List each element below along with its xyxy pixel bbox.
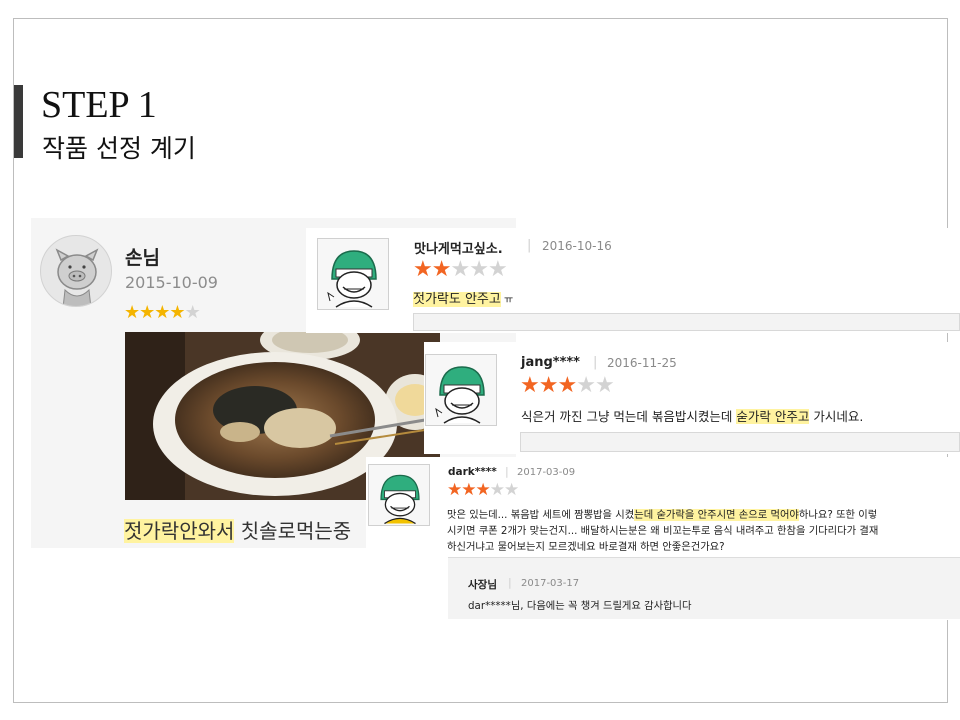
star-empty-icon: ★: [184, 302, 201, 323]
star-empty-icon: ★: [469, 257, 489, 282]
pig-avatar-icon: [40, 235, 112, 307]
review-3-rating: ★★★★★: [520, 373, 615, 398]
star-filled-icon: ★: [461, 480, 476, 500]
review-4-date: 2017-03-09: [517, 467, 576, 478]
star-empty-icon: ★: [594, 373, 615, 398]
owner-reply-username: 사장님: [468, 579, 497, 591]
review-2-date: 2016-10-16: [542, 239, 612, 253]
review-3-username: jang****: [521, 355, 580, 370]
star-filled-icon: ★: [169, 302, 185, 323]
review-4-username: dark****: [448, 466, 497, 478]
review-2-separator: |: [527, 238, 532, 253]
review-4-line1-after: 하나요? 또한 이렇: [798, 509, 878, 521]
review-4-line3: 하신거냐고 물어보는지 모르겠네요 바로결재 하면 안좋은건가요?: [447, 541, 725, 553]
star-empty-icon: ★: [504, 480, 519, 500]
review-2-highlight: 젓가락도 안주고: [413, 292, 501, 307]
star-filled-icon: ★: [154, 302, 170, 323]
green-helmet-avatar-icon: [425, 354, 497, 426]
star-filled-icon: ★: [520, 373, 540, 398]
owner-reply-date: 2017-03-17: [521, 578, 580, 589]
review-2-divider: [413, 313, 960, 331]
review-2-username: 맛나게먹고싶소.: [414, 242, 503, 257]
review-4-rating: ★★★★★: [447, 480, 519, 500]
star-filled-icon: ★: [557, 373, 577, 398]
step-title: STEP 1: [41, 84, 157, 126]
star-filled-icon: ★: [447, 480, 462, 500]
owner-reply-text: dar*****님, 다음에는 꼭 챙겨 드릴게요 감사합니다: [468, 600, 692, 612]
star-filled-icon: ★: [475, 480, 491, 500]
review-3-divider: [520, 432, 960, 452]
review-3-text-after: 가시네요.: [809, 409, 864, 424]
review-4-separator: |: [505, 465, 509, 478]
star-filled-icon: ★: [538, 373, 559, 398]
review-2-rating: ★★★★★: [413, 257, 508, 282]
star-empty-icon: ★: [487, 257, 508, 282]
main-review-username: 손님: [125, 247, 160, 269]
review-3-text-before: 식은거 까진 그냥 먹는데 볶음밥시켰는데: [521, 409, 737, 424]
star-filled-icon: ★: [413, 257, 433, 282]
review-3-separator: |: [593, 355, 598, 370]
review-4-highlight: 는데 숟가락을 안주시면 손으로 먹어야: [634, 509, 799, 521]
review-3-text: 식은거 까진 그냥 먹는데 볶음밥시켰는데 숟가락 안주고 가시네요.: [521, 406, 863, 425]
review-4-line1: 맛은 있는데... 볶음밥 세트에 짬뽕밥을 시켰는데 숟가락을 안주시면 손으…: [447, 506, 877, 521]
step-subtitle: 작품 선정 계기: [42, 134, 196, 163]
review-3-date: 2016-11-25: [607, 356, 677, 370]
review-4-line2: 시키면 쿠폰 2개가 맞는건지... 배달하시는분은 왜 비꼬는투로 음식 내려…: [447, 525, 879, 537]
green-helmet-avatar-icon: [368, 464, 430, 526]
star-filled-icon: ★: [124, 302, 140, 323]
star-empty-icon: ★: [489, 480, 505, 500]
star-empty-icon: ★: [576, 373, 596, 398]
owner-reply-separator: |: [508, 576, 512, 589]
main-review-rating: ★★★★★: [124, 302, 201, 323]
review-2-text-rest: ㅠ: [500, 295, 514, 306]
caption-text: 칫솔로먹는중: [234, 519, 352, 543]
star-filled-icon: ★: [431, 257, 452, 282]
step-accent-bar: [14, 85, 23, 158]
star-filled-icon: ★: [139, 302, 155, 323]
main-review-caption: 젓가락안와서 칫솔로먹는중: [124, 515, 351, 544]
main-review-date: 2015-10-09: [125, 273, 218, 292]
star-empty-icon: ★: [450, 257, 470, 282]
caption-highlight: 젓가락안와서: [124, 519, 235, 543]
review-2-text: 젓가락도 안주고 ㅠ: [413, 288, 513, 307]
review-4-line1-before: 맛은 있는데... 볶음밥 세트에 짬뽕밥을 시켰: [447, 509, 635, 521]
review-3-highlight: 숟가락 안주고: [736, 409, 810, 424]
green-helmet-avatar-icon: [317, 238, 389, 310]
